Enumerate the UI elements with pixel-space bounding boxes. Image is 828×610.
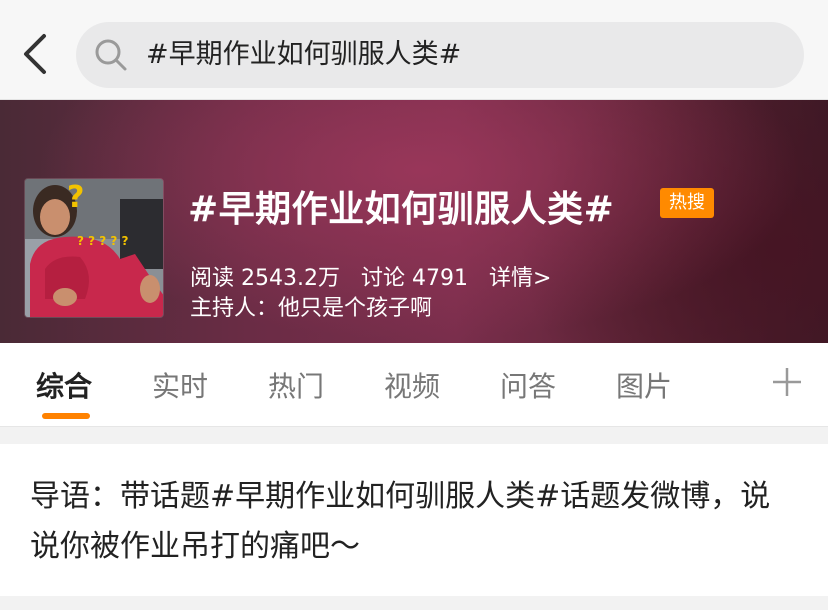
avatar-caption: ? ? ? ? ? [77, 234, 129, 248]
active-tab-indicator [42, 413, 90, 419]
tab-hot[interactable]: 热门 [268, 365, 324, 405]
tab-bar: 综合 实时 热门 视频 问答 图片 [0, 343, 828, 427]
tab-qa[interactable]: 问答 [500, 365, 556, 405]
avatar-mark: ? [67, 180, 84, 215]
topic-header: ? ? ? ? ? ? #早期作业如何驯服人类# 热搜 阅读 2543.2万 讨… [0, 100, 828, 343]
search-icon [95, 39, 127, 71]
topic-guide-text: 导语：带话题#早期作业如何驯服人类#话题发微博，说说你被作业吊打的痛吧～ [30, 479, 771, 564]
topic-avatar[interactable]: ? ? ? ? ? ? [24, 178, 164, 318]
topic-stats: 阅读 2543.2万 讨论 4791 详情> [190, 260, 565, 292]
read-count: 阅读 2543.2万 [190, 266, 340, 291]
search-query[interactable]: #早期作业如何驯服人类# [146, 22, 461, 88]
topic-guide-card: 导语：带话题#早期作业如何驯服人类#话题发微博，说说你被作业吊打的痛吧～ [0, 444, 828, 596]
hot-badge: 热搜 [660, 188, 714, 218]
tab-comprehensive[interactable]: 综合 [36, 365, 92, 405]
details-link[interactable]: 详情> [489, 266, 551, 291]
add-tab-button[interactable] [770, 365, 804, 399]
topic-title: #早期作业如何驯服人类# [188, 189, 615, 230]
discussion-count: 讨论 4791 [360, 266, 468, 291]
tab-images[interactable]: 图片 [616, 365, 672, 405]
chevron-left-icon [24, 34, 46, 74]
back-button[interactable] [18, 30, 58, 80]
search-input[interactable]: #早期作业如何驯服人类# [76, 22, 804, 88]
topic-host[interactable]: 主持人：他只是个孩子啊 [190, 290, 432, 322]
top-bar: #早期作业如何驯服人类# [0, 0, 828, 100]
plus-icon [773, 368, 801, 396]
tab-realtime[interactable]: 实时 [152, 365, 208, 405]
tab-video[interactable]: 视频 [384, 365, 440, 405]
avatar-image: ? ? ? ? ? ? [25, 179, 163, 317]
